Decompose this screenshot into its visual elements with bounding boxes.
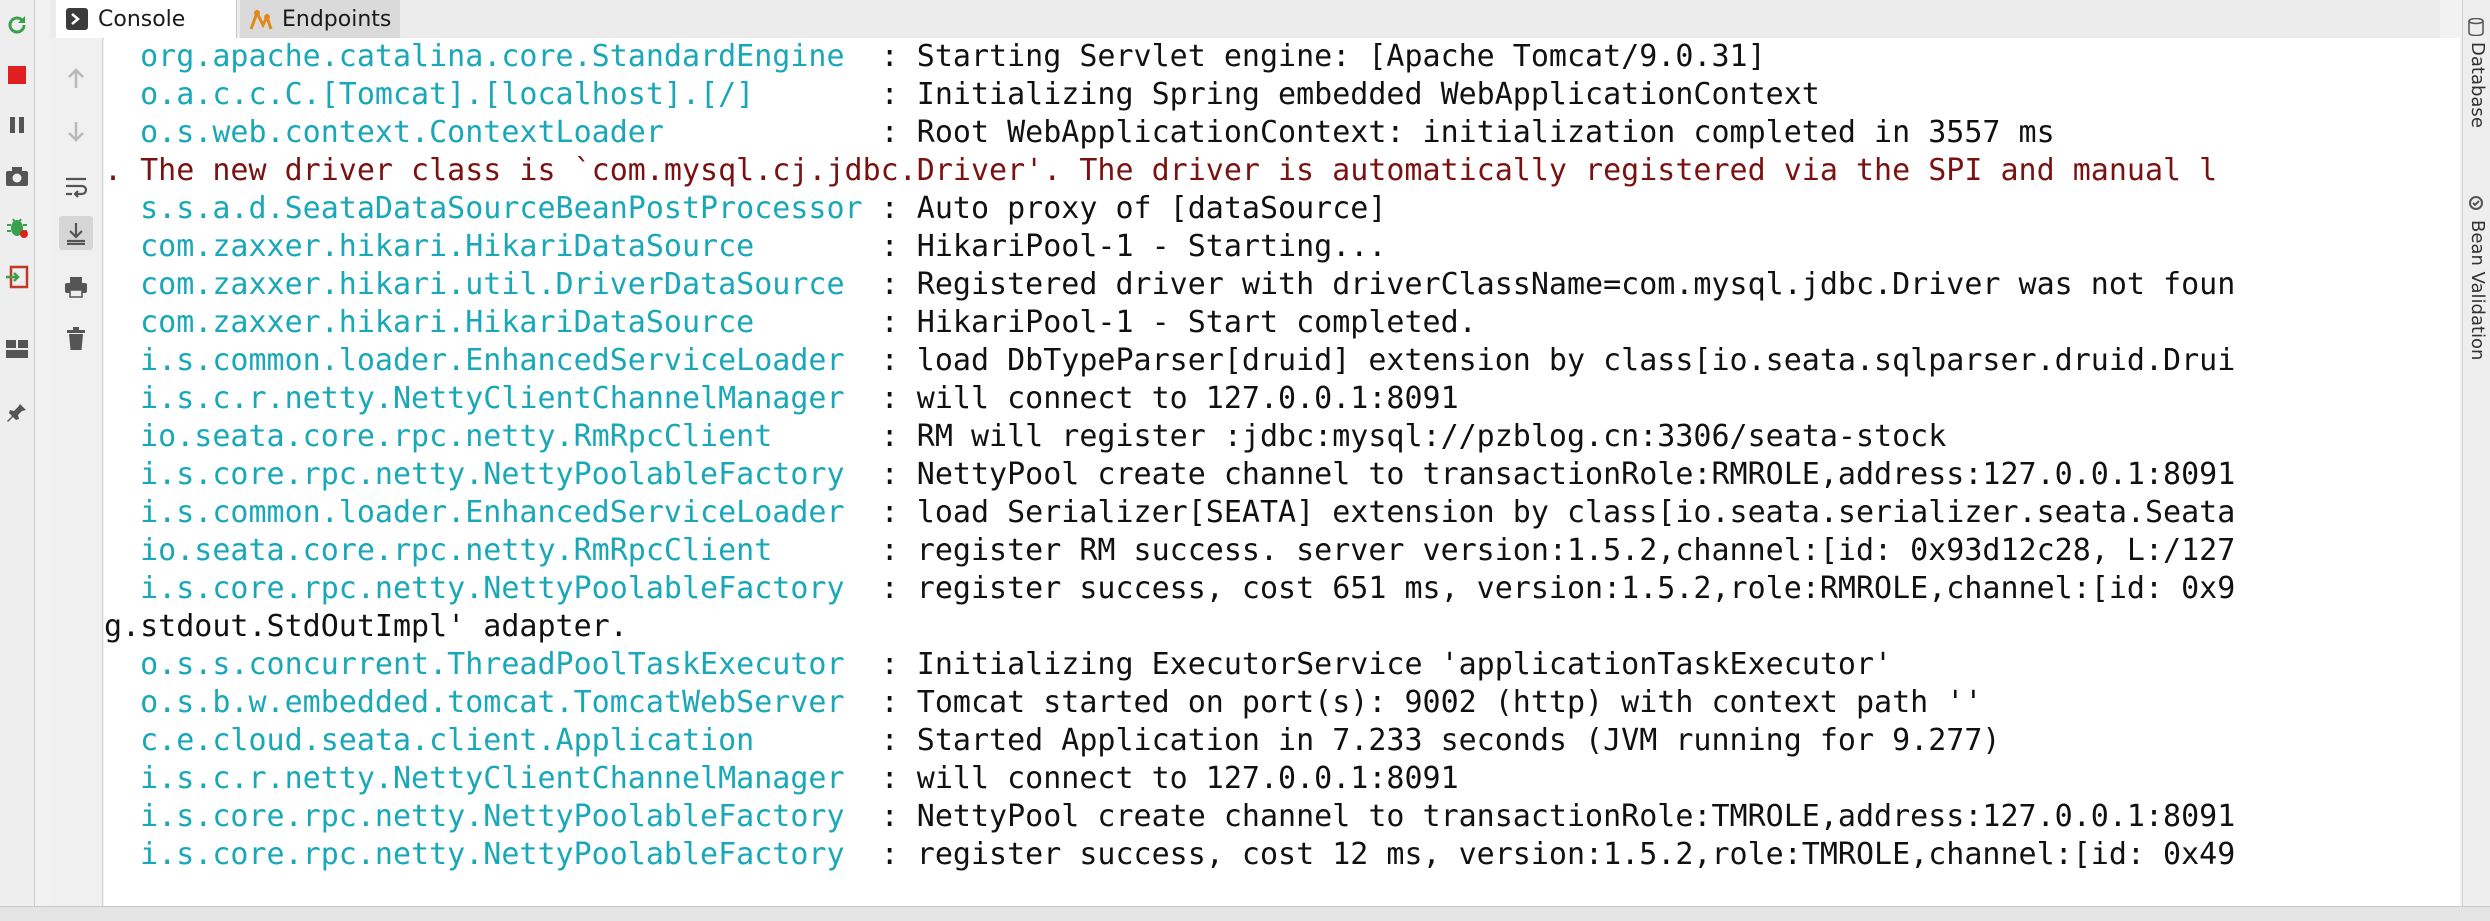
log-line-error: . The new driver class is `com.mysql.cj.… <box>104 153 2218 188</box>
log-line: i.s.core.rpc.netty.NettyPoolableFactory … <box>104 571 2236 606</box>
log-line: com.zaxxer.hikari.HikariDataSource : Hik… <box>104 305 1477 340</box>
tab-console-label: Console <box>98 6 186 32</box>
log-line: i.s.common.loader.EnhancedServiceLoader … <box>104 495 2236 530</box>
log-line: io.seata.core.rpc.netty.RmRpcClient : RM… <box>104 419 1947 454</box>
log-line: i.s.core.rpc.netty.NettyPoolableFactory … <box>104 837 2236 872</box>
debug-bug-icon[interactable] <box>4 214 30 240</box>
log-line: o.s.s.concurrent.ThreadPoolTaskExecutor … <box>104 647 1893 682</box>
log-line: i.s.core.rpc.netty.NettyPoolableFactory … <box>104 799 2236 834</box>
database-icon[interactable] <box>2465 16 2487 38</box>
arrow-up-icon[interactable] <box>63 66 89 92</box>
print-icon[interactable] <box>63 274 89 300</box>
log-line: o.s.web.context.ContextLoader : Root Web… <box>104 115 2055 150</box>
stop-icon[interactable] <box>4 62 30 88</box>
log-line: org.apache.catalina.core.StandardEngine … <box>104 39 1766 74</box>
pause-icon[interactable] <box>4 112 30 138</box>
arrow-down-icon[interactable] <box>63 118 89 144</box>
status-bar <box>0 906 2490 921</box>
trash-icon[interactable] <box>63 326 89 352</box>
bean-validation-icon[interactable] <box>2465 192 2487 214</box>
console-toolbar <box>50 38 103 908</box>
soft-wrap-icon[interactable] <box>63 174 89 200</box>
camera-icon[interactable] <box>4 164 30 190</box>
log-line: o.s.b.w.embedded.tomcat.TomcatWebServer … <box>104 685 1983 720</box>
log-line: i.s.c.r.netty.NettyClientChannelManager … <box>104 761 1459 796</box>
right-tool-sidebar: Database Bean Validation <box>2462 0 2490 920</box>
import-icon[interactable] <box>4 264 30 290</box>
log-line: com.zaxxer.hikari.HikariDataSource : Hik… <box>104 229 1387 264</box>
log-line: o.a.c.c.C.[Tomcat].[localhost].[/] : Ini… <box>104 77 1820 112</box>
tool-window-tabbar: Console Endpoints <box>50 0 2440 39</box>
log-line: i.s.c.r.netty.NettyClientChannelManager … <box>104 381 1459 416</box>
tab-endpoints-label: Endpoints <box>282 6 392 32</box>
log-line-plain: g.stdout.StdOutImpl' adapter. <box>104 609 628 644</box>
database-tool-label[interactable]: Database <box>2467 42 2488 128</box>
console-icon <box>64 6 90 32</box>
log-line: i.s.common.loader.EnhancedServiceLoader … <box>104 343 2236 378</box>
console-output[interactable]: org.apache.catalina.core.StandardEngine … <box>104 38 2460 906</box>
tab-endpoints[interactable]: Endpoints <box>240 0 400 38</box>
log-line: s.s.a.d.SeataDataSourceBeanPostProcessor… <box>104 191 1387 226</box>
log-line: i.s.core.rpc.netty.NettyPoolableFactory … <box>104 457 2236 492</box>
log-line: com.zaxxer.hikari.util.DriverDataSource … <box>104 267 2236 302</box>
log-line: io.seata.core.rpc.netty.RmRpcClient : re… <box>104 533 2236 568</box>
scroll-to-end-icon[interactable] <box>59 216 93 250</box>
endpoints-icon <box>248 6 274 32</box>
bean-validation-tool-label[interactable]: Bean Validation <box>2467 220 2488 360</box>
tab-console[interactable]: Console <box>56 0 237 38</box>
log-line: c.e.cloud.seata.client.Application : Sta… <box>104 723 2001 758</box>
pin-icon[interactable] <box>4 400 30 426</box>
rerun-icon[interactable] <box>4 12 30 38</box>
run-toolbar <box>0 0 35 920</box>
layout-icon[interactable] <box>4 336 30 362</box>
